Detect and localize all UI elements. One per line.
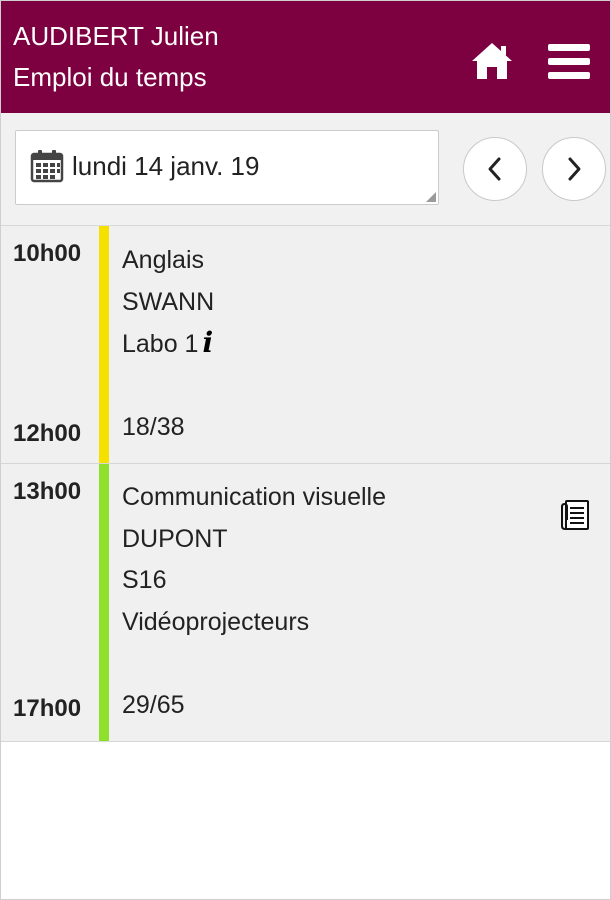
course-subject: Anglais bbox=[122, 246, 204, 274]
course-end-time: 17h00 bbox=[13, 695, 82, 722]
chevron-right-icon bbox=[568, 157, 581, 181]
course-attendance: 29/65 bbox=[122, 691, 185, 719]
course-card[interactable]: 10h00 12h00 Anglais SWANN Labo 1i 18/38 bbox=[1, 226, 610, 464]
date-picker[interactable]: lundi 14 janv. 19 bbox=[15, 130, 439, 205]
course-subject: Communication visuelle bbox=[122, 483, 387, 511]
course-attendance: 18/38 bbox=[122, 413, 185, 441]
page-title: Emploi du temps bbox=[13, 62, 207, 92]
course-room: S16 bbox=[122, 566, 167, 594]
chevron-left-icon bbox=[488, 157, 501, 181]
course-teacher: DUPONT bbox=[122, 525, 228, 553]
course-color-bar bbox=[99, 226, 109, 463]
course-teacher: SWANN bbox=[122, 288, 215, 316]
info-icon[interactable]: i bbox=[202, 326, 213, 359]
date-toolbar: lundi 14 janv. 19 bbox=[1, 113, 610, 226]
calendar-icon bbox=[30, 150, 64, 183]
app-window: AUDIBERT Julien Emploi du temps lundi 14… bbox=[0, 0, 611, 900]
home-icon bbox=[472, 43, 512, 79]
document-icon[interactable] bbox=[558, 498, 592, 532]
course-color-bar bbox=[99, 464, 109, 741]
resize-corner bbox=[426, 192, 436, 202]
app-header: AUDIBERT Julien Emploi du temps bbox=[1, 1, 610, 113]
course-room-row: Labo 1i bbox=[122, 328, 213, 359]
menu-icon bbox=[548, 44, 590, 79]
course-room: Labo 1 bbox=[122, 330, 199, 358]
course-end-time: 12h00 bbox=[13, 420, 82, 447]
course-equipment: Vidéoprojecteurs bbox=[122, 608, 310, 636]
date-label: lundi 14 janv. 19 bbox=[72, 151, 260, 181]
next-day-button[interactable] bbox=[542, 137, 606, 201]
menu-button[interactable] bbox=[545, 41, 593, 83]
previous-day-button[interactable] bbox=[463, 137, 527, 201]
user-name: AUDIBERT Julien bbox=[13, 21, 219, 51]
course-card[interactable]: 13h00 17h00 Communication visuelle DUPON… bbox=[1, 464, 610, 742]
course-start-time: 13h00 bbox=[13, 478, 82, 505]
course-start-time: 10h00 bbox=[13, 240, 82, 267]
home-button[interactable] bbox=[468, 41, 516, 83]
